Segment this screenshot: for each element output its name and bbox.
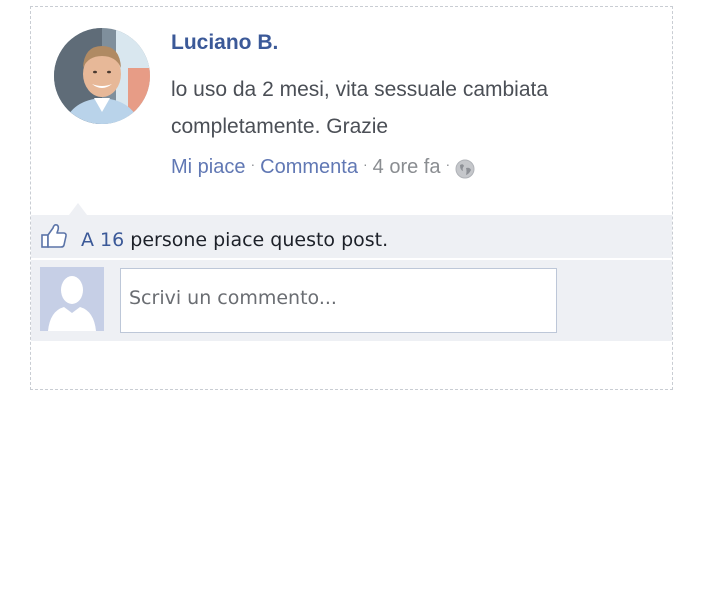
timestamp: 4 ore fa	[372, 156, 441, 178]
globe-icon	[455, 159, 475, 179]
likes-panel: A 16 persone piace questo post. Scrivi u…	[31, 215, 672, 341]
divider	[31, 258, 672, 260]
comment-text: lo uso da 2 mesi, vita sessuale cambiata…	[171, 78, 549, 138]
comment-actions: Mi piace · Commenta · 4 ore fa ·	[171, 156, 475, 179]
likes-text: persone piace questo post.	[124, 229, 389, 251]
like-link[interactable]: Mi piace	[171, 156, 245, 179]
reply-link[interactable]: Commenta	[260, 156, 358, 179]
likes-count-link[interactable]: A 16	[81, 229, 124, 251]
likes-summary: A 16 persone piace questo post.	[40, 224, 389, 251]
separator: ·	[445, 155, 451, 172]
separator: ·	[362, 155, 368, 172]
author-name[interactable]: Luciano B.	[171, 31, 278, 55]
separator: ·	[250, 155, 256, 172]
author-avatar[interactable]	[54, 28, 150, 124]
comment-input[interactable]: Scrivi un commento...	[120, 268, 557, 333]
comment-post: Luciano B. lo uso da 2 mesi, vita sessua…	[30, 6, 673, 390]
current-user-avatar	[40, 267, 104, 331]
thumbs-up-icon	[40, 222, 68, 250]
panel-notch	[69, 203, 87, 215]
